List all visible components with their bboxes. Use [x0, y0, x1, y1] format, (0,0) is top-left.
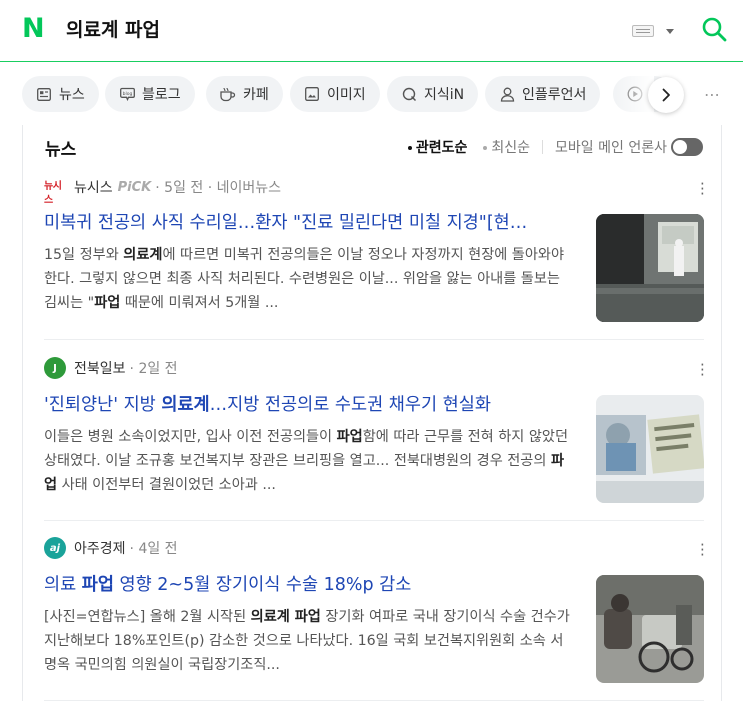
mobile-main-press-toggle[interactable]: [671, 138, 703, 156]
tab-influencer[interactable]: 인플루언서: [485, 76, 601, 112]
sort-latest[interactable]: 최신순: [483, 137, 530, 157]
search-icon[interactable]: [700, 15, 728, 43]
article-snippet[interactable]: 이들은 병원 소속이었지만, 입사 이전 전공의들이 파업함에 따라 근무를 전…: [44, 425, 572, 497]
influencer-icon: [499, 86, 515, 102]
more-options-icon[interactable]: · · ·: [700, 177, 705, 202]
divider: [44, 339, 704, 340]
tabs-next-button[interactable]: [648, 77, 684, 113]
search-tabs: 뉴스 blog 블로그 카페 이미지 지식iN 인플루언서 ⋯: [0, 63, 743, 125]
press-info: 뉴시스 뉴시스 PiCK · 5일 전 · 네이버뉴스: [44, 177, 282, 207]
section-title: 뉴스: [45, 140, 77, 160]
tab-label: 지식iN: [424, 87, 465, 103]
tab-label: 인플루언서: [522, 87, 587, 103]
tab-cafe[interactable]: 카페: [206, 76, 283, 112]
press-name[interactable]: 전북일보: [74, 358, 126, 378]
chevron-down-icon[interactable]: [666, 29, 674, 34]
mobile-main-press-label: 모바일 메인 언론사: [555, 140, 667, 156]
press-logo[interactable]: 뉴시스: [44, 180, 66, 206]
press-info: J 전북일보 · 2일 전: [44, 357, 178, 379]
divider: [542, 140, 544, 154]
press-name[interactable]: 뉴시스: [74, 177, 113, 197]
article-title[interactable]: '진퇴양난' 지방 의료계…지방 전공의로 수도권 채우기 현실화: [44, 392, 572, 418]
tab-blog[interactable]: blog 블로그: [105, 76, 195, 112]
tab-label: 이미지: [327, 87, 366, 103]
press-name[interactable]: 아주경제: [74, 538, 126, 558]
naver-logo[interactable]: N: [22, 14, 48, 44]
sort-options: 관련도순 최신순 모바일 메인 언론사: [407, 137, 703, 157]
tab-label: 블로그: [142, 87, 181, 103]
tab-image[interactable]: 이미지: [290, 76, 380, 112]
tab-kin[interactable]: 지식iN: [387, 76, 479, 112]
article-thumbnail[interactable]: [596, 395, 704, 503]
article-title[interactable]: 미복귀 전공의 사직 수리일…환자 "진료 밀린다면 미칠 지경"[현…: [44, 210, 572, 236]
time-label: · 2일 전: [129, 361, 178, 377]
tab-label: 카페: [243, 87, 269, 103]
keyboard-icon[interactable]: [632, 25, 654, 37]
tab-news[interactable]: 뉴스: [22, 76, 99, 112]
time-label: · 5일 전 · 네이버뉴스: [155, 180, 282, 196]
cafe-icon: [220, 86, 236, 102]
article-thumbnail[interactable]: [596, 214, 704, 322]
news-icon: [36, 86, 52, 102]
news-section: 뉴스 관련도순 최신순 모바일 메인 언론사 뉴시스 뉴시스 PiCK · 5일…: [22, 125, 722, 701]
tab-label: 뉴스: [59, 87, 85, 103]
blog-icon: blog: [119, 86, 135, 102]
svg-text:blog: blog: [122, 91, 132, 97]
search-query[interactable]: 의료계 파업: [66, 16, 160, 44]
kin-icon: [401, 86, 417, 102]
sort-relevance[interactable]: 관련도순: [407, 137, 467, 157]
more-options-icon[interactable]: · · ·: [700, 358, 705, 383]
time-label: · 4일 전: [129, 541, 178, 557]
article-snippet[interactable]: 15일 정부와 의료계에 따르면 미복귀 전공의들은 이날 정오나 자정까지 현…: [44, 243, 572, 315]
pick-badge: PiCK: [117, 179, 152, 195]
press-logo[interactable]: aj: [44, 537, 66, 559]
more-tabs-icon[interactable]: ⋯: [704, 85, 721, 104]
image-icon: [304, 86, 320, 102]
article-thumbnail[interactable]: [596, 575, 704, 683]
article-snippet[interactable]: [사진=연합뉴스] 올해 2월 시작된 의료계 파업 장기화 여파로 국내 장기…: [44, 605, 572, 677]
press-info: aj 아주경제 · 4일 전: [44, 537, 178, 559]
article-title[interactable]: 의료 파업 영향 2~5월 장기이식 수술 18%p 감소: [44, 572, 572, 598]
chevron-right-icon: [662, 88, 670, 102]
more-options-icon[interactable]: · · ·: [700, 538, 705, 563]
divider: [44, 520, 704, 521]
press-logo[interactable]: J: [44, 357, 66, 379]
search-header: N 의료계 파업: [0, 0, 743, 62]
